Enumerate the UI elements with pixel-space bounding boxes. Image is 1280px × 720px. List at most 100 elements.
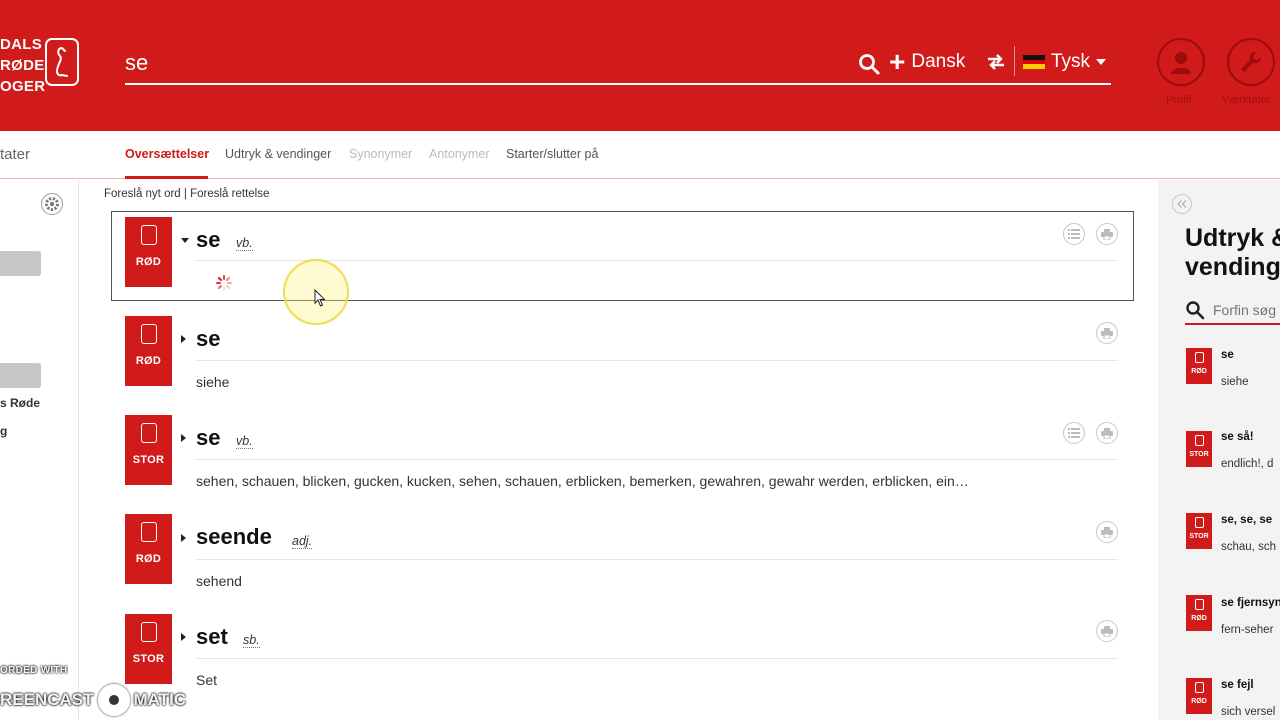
print-icon[interactable] [1096,521,1118,543]
right-panel-title-line-1: Udtryk & [1185,224,1280,252]
entry-translation: sehend [196,573,242,589]
entry-headword[interactable]: set [196,624,228,650]
expression-headword[interactable]: se så! [1221,431,1254,443]
swap-languages-icon[interactable] [985,52,1007,72]
entry-pos[interactable]: sb. [243,633,260,648]
wrench-icon [1241,51,1262,72]
profile-label: Profil [1166,94,1192,106]
tab-left-partial[interactable]: tater [0,146,30,163]
dictionary-badge-small: RØD [1186,348,1212,384]
entry-pos[interactable]: vb. [236,434,253,449]
list-icon[interactable] [1063,422,1085,444]
expression-translation: siehe [1221,376,1249,388]
source-language-label: Dansk [911,51,966,72]
expression-translation: sich versel [1221,706,1276,718]
entry-headword[interactable]: se [196,425,220,451]
badge-label: RØD [1191,698,1207,705]
target-language-dropdown[interactable]: Tysk [1023,48,1107,76]
expression-headword[interactable]: se fejl [1221,679,1254,691]
watermark-line-2: REENCAST MATIC [0,684,186,716]
right-panel-title: Udtryk & vending [1185,224,1280,282]
expand-triangle-icon[interactable] [181,434,186,442]
screencast-logo-icon [97,684,130,716]
badge-label: STOR [1189,533,1209,540]
expression-headword[interactable]: se [1221,349,1234,361]
badge-label: STOR [1189,451,1209,458]
search-icon[interactable] [1185,300,1205,320]
dictionary-logo-icon [140,622,157,642]
brand-line-2: RØDE [0,57,45,74]
plus-icon: + [889,46,906,77]
profile-button[interactable] [1157,38,1205,86]
dictionary-badge: RØD [125,316,172,386]
refine-search-underline [1185,323,1280,325]
tab-starter-slutter[interactable]: Starter/slutter på [506,147,598,161]
badge-label: RØD [1191,615,1207,622]
tools-button[interactable] [1227,38,1275,86]
search-input[interactable] [125,46,845,80]
search-icon[interactable] [857,52,881,76]
expression-headword[interactable]: se fjernsyn [1221,597,1280,609]
dictionary-logo-icon [1194,517,1204,528]
print-icon[interactable] [1096,620,1118,642]
collapse-panel-icon[interactable] [1172,194,1192,214]
tab-udtryk-vendinger[interactable]: Udtryk & vendinger [225,147,331,161]
dictionary-logo-icon [1194,599,1204,610]
entry-translation: siehe [196,374,230,390]
expand-triangle-icon[interactable] [181,633,186,641]
dictionary-badge-small: STOR [1186,431,1212,467]
badge-label: RØD [135,553,162,565]
tab-oversaettelser[interactable]: Oversættelser [125,147,209,161]
mouse-cursor-icon [314,288,326,307]
dictionary-badge: RØD [125,217,172,287]
dictionary-logo-icon [140,423,157,443]
print-icon[interactable] [1096,322,1118,344]
refine-search-input[interactable] [1213,299,1280,321]
entry-headword[interactable]: se [196,326,220,352]
dictionary-badge: RØD [125,514,172,584]
suggest-links: Foreslå nyt ord | Foreslå rettelse [104,188,269,200]
caret-down-icon [1096,59,1107,65]
dictionary-badge-small: RØD [1186,595,1212,631]
loading-spinner-icon [215,274,233,292]
sidebar-text-1: s Røde [0,396,41,410]
print-icon[interactable] [1096,422,1118,444]
expression-headword[interactable]: se, se, se [1221,514,1272,526]
collapse-triangle-icon[interactable] [181,238,189,243]
tab-antonymer[interactable]: Antonymer [429,147,489,161]
list-icon[interactable] [1063,223,1085,245]
brand-text[interactable]: DALS RØDE OGER [0,34,45,97]
sidebar-button-2[interactable] [0,363,41,388]
brand-logo-icon[interactable] [45,38,79,86]
brand-line-1: DALS [0,36,43,53]
dictionary-badge: STOR [125,415,172,485]
print-icon[interactable] [1096,223,1118,245]
gear-icon[interactable] [40,192,64,216]
dictionary-logo-icon [1194,435,1204,446]
source-language-button[interactable]: + Dansk [889,48,965,76]
entry-pos[interactable]: vb. [236,236,253,251]
suggest-correction-link[interactable]: Foreslå rettelse [190,188,269,200]
language-separator [1014,46,1015,76]
dictionary-logo-icon [140,522,157,542]
dictionary-badge-small: RØD [1186,678,1212,714]
dictionary-logo-icon [1194,682,1204,693]
badge-label: RØD [135,256,162,268]
dictionary-logo-icon [1194,352,1204,363]
expression-translation: endlich!, d [1221,458,1274,470]
german-flag-icon [1023,55,1045,70]
watermark-left-text: REENCAST [0,690,94,709]
sidebar-button-1[interactable] [0,251,41,276]
active-tab-indicator [125,176,208,179]
expand-triangle-icon[interactable] [181,534,186,542]
header-faint-text: ... .... ...... .......... ...... .... [510,0,618,9]
entry-pos[interactable]: adj. [292,534,313,549]
entry-headword[interactable]: seende [196,524,272,550]
brand-line-3: OGER [0,78,46,95]
tab-synonymer[interactable]: Synonymer [349,147,412,161]
dictionary-badge-small: STOR [1186,513,1212,549]
suggest-new-word-link[interactable]: Foreslå nyt ord [104,188,181,200]
search-underline [125,83,1111,85]
expand-triangle-icon[interactable] [181,335,186,343]
entry-headword[interactable]: se [196,227,220,253]
